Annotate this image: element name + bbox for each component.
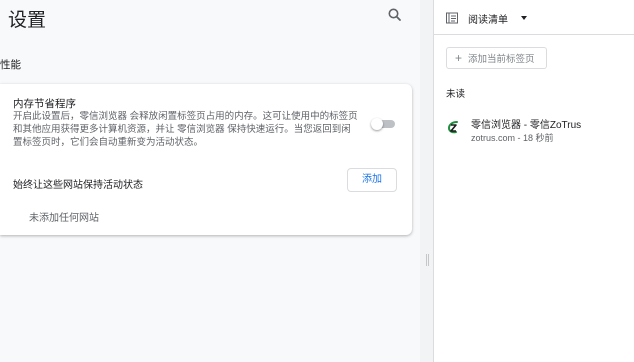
memory-saver-card: 内存节省程序 开启此设置后，零信浏览器 会释放闲置标签页占用的内存。这可让使用中… [0,84,412,235]
side-panel-header: 阅读清单 [434,0,634,35]
reading-list-icon [446,12,458,24]
memory-saver-description: 开启此设置后，零信浏览器 会释放闲置标签页占用的内存。这可让使用中的标签页和其他… [13,111,358,148]
page-title: 设置 [8,10,47,31]
settings-pane: 设置 性能 内存节省程序 开启此设置后，零信浏览器 会释放闲置标签页占用的内存。… [0,0,420,362]
reading-item-meta: zotrus.com - 18 秒前 [471,131,554,144]
reading-list-item[interactable]: 零信浏览器 - 零信ZoTrus zotrus.com - 18 秒前 [442,112,628,146]
add-site-button[interactable]: 添加 [347,168,397,192]
reading-item-separator: - [515,133,524,143]
panel-divider [420,0,434,362]
search-button[interactable] [386,6,404,24]
memory-saver-title: 内存节省程序 [13,98,76,110]
memory-saver-toggle[interactable] [371,118,395,130]
side-panel: 阅读清单 + 添加当前标签页 未读 零信浏览器 - 零信ZoTrus zotru… [434,0,634,362]
side-panel-selector-label: 阅读清单 [468,14,508,26]
section-title-performance: 性能 [0,59,21,71]
add-current-tab-button[interactable]: + 添加当前标签页 [446,47,547,69]
reading-item-title: 零信浏览器 - 零信ZoTrus [471,120,582,131]
unread-section-header: 未读 [446,89,466,100]
toggle-knob [371,118,383,130]
reading-item-domain: zotrus.com [471,133,516,143]
browser-window: 设置 性能 内存节省程序 开启此设置后，零信浏览器 会释放闲置标签页占用的内存。… [0,0,634,362]
no-sites-text: 未添加任何网站 [29,213,99,224]
plus-icon: + [455,51,463,65]
zotrus-favicon-icon [447,121,458,134]
add-current-tab-label: 添加当前标签页 [468,54,535,65]
chevron-down-icon [521,16,527,20]
side-panel-selector[interactable]: 阅读清单 [446,9,528,27]
resize-handle[interactable] [426,254,429,266]
reading-item-time: 18 秒前 [523,133,554,143]
keep-active-label: 始终让这些网站保持活动状态 [13,180,143,191]
search-icon [388,8,401,21]
